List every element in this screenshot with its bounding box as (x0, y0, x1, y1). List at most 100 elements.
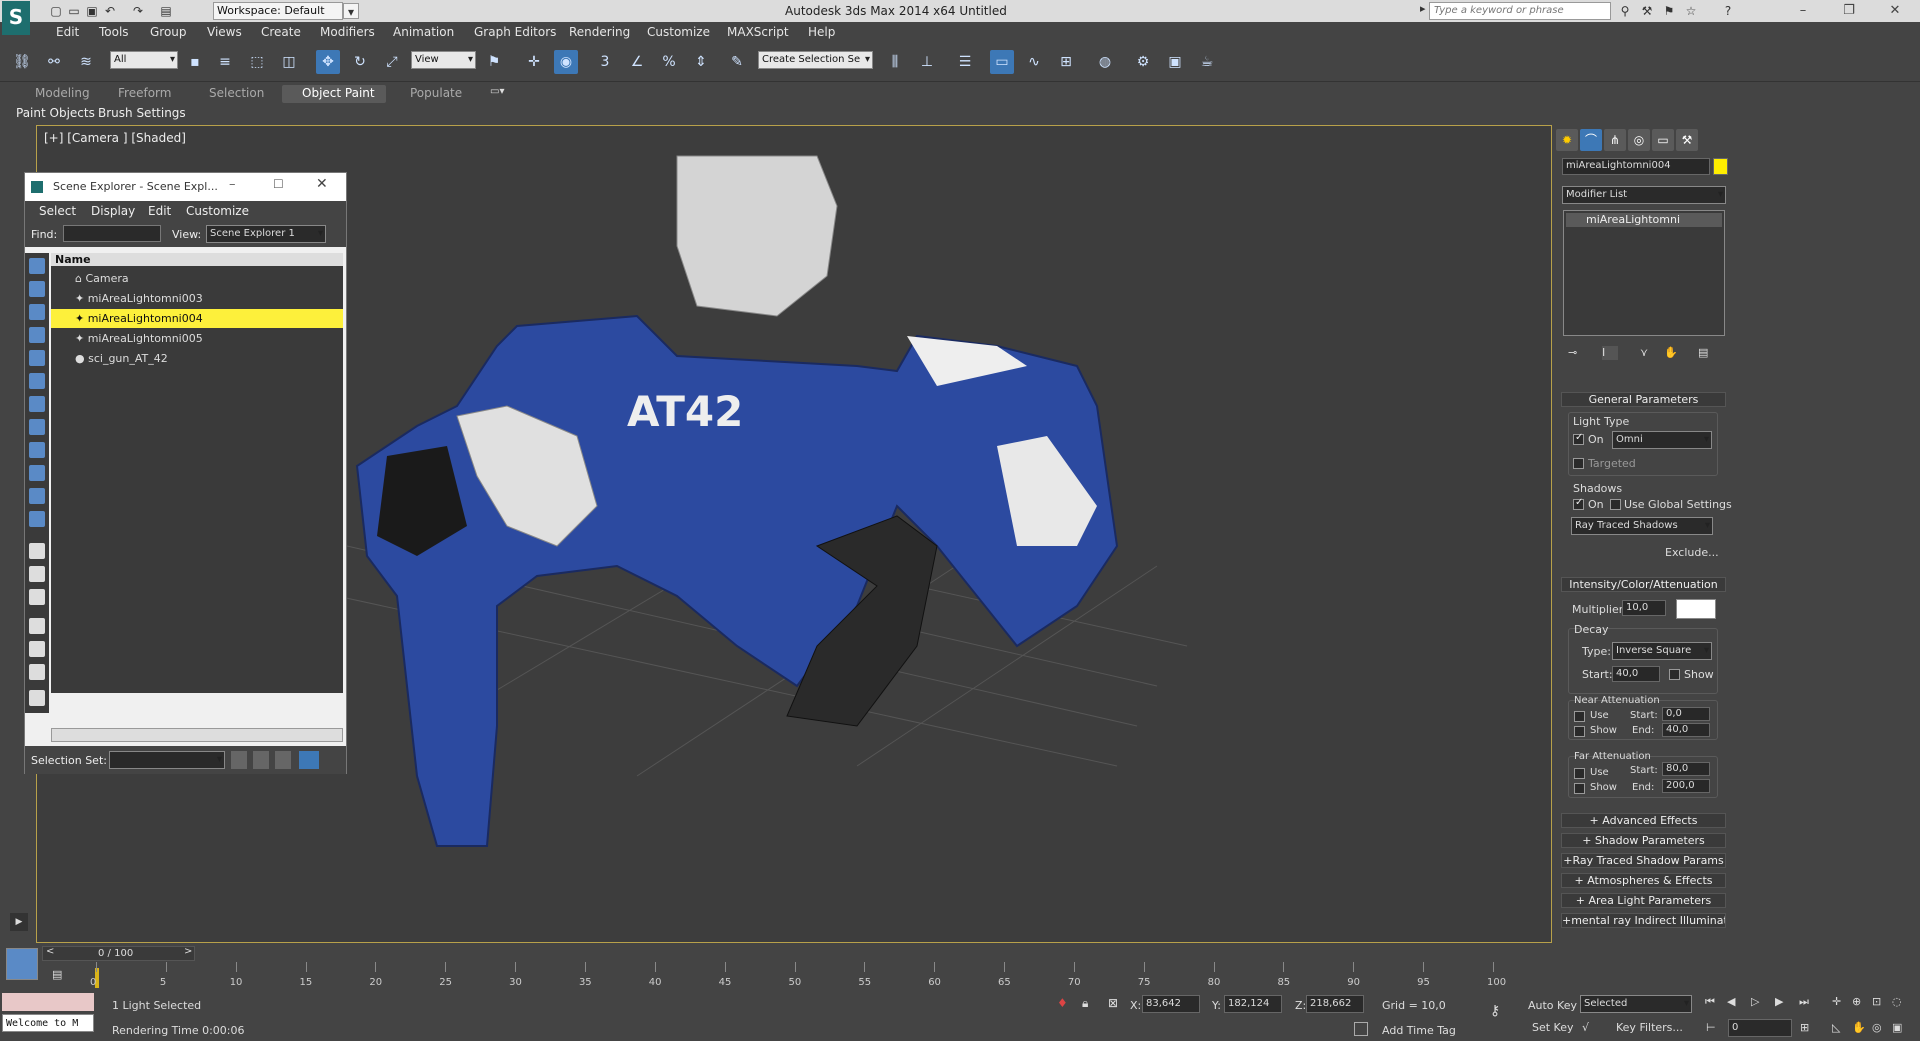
select-object-icon[interactable]: ▪ (183, 50, 207, 74)
next-frame-icon[interactable]: ▶ (1775, 995, 1783, 1008)
set-key-icon[interactable]: √ (1582, 1021, 1589, 1034)
maximize-button[interactable]: ☐ (273, 177, 284, 191)
far-use-checkbox[interactable] (1574, 768, 1585, 779)
current-frame-field[interactable]: 0 (1728, 1019, 1792, 1037)
tab-selection[interactable]: Selection (209, 86, 264, 100)
open-file-icon[interactable]: ▭ (66, 3, 82, 19)
rollout-area-light-parameters[interactable]: + Area Light Parameters (1561, 893, 1726, 908)
menu-help[interactable]: Help (808, 25, 835, 39)
subscription-icon[interactable]: ⚒ (1639, 3, 1655, 19)
create-tab-icon[interactable]: ✹ (1556, 129, 1578, 151)
decay-start-spinner[interactable]: 40,0 (1612, 666, 1660, 682)
display-lights-icon[interactable] (29, 373, 45, 389)
default-key-icon[interactable]: ⚷ (1490, 1003, 1500, 1019)
communication-center-icon[interactable]: ⚑ (1661, 3, 1677, 19)
minimize-button[interactable]: – (1784, 0, 1822, 22)
open-mini-curve-editor-icon[interactable]: ▤ (52, 968, 68, 982)
material-editor-icon[interactable]: ◍ (1093, 50, 1117, 74)
curve-editor-icon[interactable]: ∿ (1022, 50, 1046, 74)
tab-modeling[interactable]: Modeling (35, 86, 90, 100)
list-item-selected[interactable]: ✦ miAreaLightomni004 (51, 309, 343, 328)
save-file-icon[interactable]: ▣ (84, 3, 100, 19)
shadow-type-dropdown[interactable]: Ray Traced Shadows (1571, 517, 1713, 535)
auto-key-button[interactable]: Auto Key (1528, 999, 1577, 1012)
rollout-general-parameters[interactable]: General Parameters (1561, 392, 1726, 407)
list-item[interactable]: ⌂ Camera (51, 269, 343, 288)
rollout-atmospheres-effects[interactable]: + Atmospheres & Effects (1561, 873, 1726, 888)
snaps-toggle-icon[interactable]: 3 (593, 50, 617, 74)
redo-icon[interactable]: ↷ (130, 3, 146, 19)
rollout-mental-ray-indirect[interactable]: +mental ray Indirect Illumination (1561, 913, 1726, 928)
modifier-stack[interactable] (1563, 210, 1725, 336)
decay-show-checkbox[interactable] (1669, 669, 1680, 680)
tab-object-paint[interactable]: Object Paint (302, 86, 375, 100)
manipulate-icon[interactable]: ✛ (522, 50, 546, 74)
display-frozen-icon[interactable] (29, 543, 45, 559)
menu-edit[interactable]: Edit (56, 25, 79, 39)
schematic-view-icon[interactable]: ⊞ (1054, 50, 1078, 74)
selection-lock-icon[interactable]: 🔒︎ (1082, 996, 1088, 1011)
list-item[interactable]: ● sci_gun_AT_42 (51, 349, 343, 368)
align-icon[interactable]: ⊥ (915, 50, 939, 74)
create-selection-set-icon[interactable] (231, 751, 247, 769)
selection-set-dropdown[interactable] (109, 751, 225, 769)
menu-tools[interactable]: Tools (99, 25, 129, 39)
z-coordinate-field[interactable]: 218,662 (1306, 995, 1364, 1013)
keyboard-shortcut-override-icon[interactable]: ◉ (554, 50, 578, 74)
display-hidden-icon[interactable] (29, 566, 45, 582)
menu-rendering[interactable]: Rendering (569, 25, 630, 39)
rollout-shadow-parameters[interactable]: + Shadow Parameters (1561, 833, 1726, 848)
zoom-extents-icon[interactable]: ⊡ (1872, 995, 1881, 1008)
object-color-swatch[interactable] (1713, 158, 1728, 175)
zoom-icon[interactable]: ✛ (1832, 995, 1841, 1008)
display-tab-icon[interactable]: ▭ (1652, 129, 1674, 151)
rollout-ray-traced-shadow-params[interactable]: +Ray Traced Shadow Params (1561, 853, 1726, 868)
undo-icon[interactable]: ↶ (102, 3, 118, 19)
select-link-icon[interactable]: ⛓ (10, 50, 34, 74)
lock-cell-editing-icon[interactable] (29, 690, 45, 706)
new-file-icon[interactable]: ▢ (48, 3, 64, 19)
zoom-all-icon[interactable]: ⊕ (1852, 995, 1861, 1008)
find-input[interactable] (63, 225, 161, 242)
window-crossing-icon[interactable]: ◫ (277, 50, 301, 74)
help-icon[interactable]: ? (1720, 3, 1736, 19)
explorer-menu-edit[interactable]: Edit (148, 204, 171, 218)
selection-filter-dropdown[interactable]: All (110, 51, 178, 69)
menu-create[interactable]: Create (261, 25, 301, 39)
light-type-dropdown[interactable]: Omni (1612, 431, 1712, 449)
view-dropdown[interactable]: Scene Explorer 1 (206, 225, 326, 243)
display-invert-icon[interactable] (29, 304, 45, 320)
chevron-down-icon[interactable]: ▾ (343, 3, 359, 19)
display-cameras-icon[interactable] (29, 396, 45, 412)
pin-stack-icon[interactable]: ⊸ (1568, 346, 1584, 360)
pivot-center-icon[interactable]: ⚑ (482, 50, 506, 74)
far-start-spinner[interactable]: 80,0 (1662, 762, 1710, 776)
add-time-tag-icon[interactable] (1354, 1022, 1368, 1036)
remove-from-selection-set-icon[interactable] (275, 751, 291, 769)
multiplier-spinner[interactable]: 10,0 (1622, 600, 1666, 616)
select-and-move-icon[interactable]: ✥ (316, 50, 340, 74)
light-on-checkbox[interactable] (1573, 432, 1584, 445)
sci-gun-model[interactable] (355, 155, 1119, 847)
far-end-spinner[interactable]: 200,0 (1662, 779, 1710, 793)
collapse-all-icon[interactable] (29, 664, 45, 680)
decay-type-dropdown[interactable]: Inverse Square (1612, 642, 1712, 660)
go-to-start-icon[interactable]: ⏮ (1705, 995, 1715, 1009)
sync-selection-icon[interactable] (29, 641, 45, 657)
binoculars-icon[interactable]: ⚲ (1617, 3, 1633, 19)
unlink-icon[interactable]: ⚯ (42, 50, 66, 74)
add-time-tag-button[interactable]: Add Time Tag (1382, 1024, 1456, 1037)
rectangular-selection-icon[interactable]: ⬚ (245, 50, 269, 74)
set-key-button[interactable]: Set Key (1532, 1021, 1574, 1034)
modifier-list-dropdown[interactable]: Modifier List (1562, 186, 1726, 204)
add-to-selection-set-icon[interactable] (253, 751, 269, 769)
list-item[interactable]: ✦ miAreaLightomni003 (51, 289, 343, 308)
close-button[interactable]: ✕ (1876, 0, 1914, 22)
orbit-camera-icon[interactable]: ◎ (1872, 1021, 1882, 1034)
tab-freeform[interactable]: Freeform (118, 86, 171, 100)
ribbon-options-icon[interactable]: ▭▾ (490, 86, 508, 100)
workspace-dropdown[interactable]: Workspace: Default (213, 2, 343, 20)
maxscript-expand-icon[interactable]: ▶ (10, 913, 28, 931)
use-global-settings-checkbox[interactable] (1610, 499, 1621, 510)
display-groups-icon[interactable] (29, 465, 45, 481)
